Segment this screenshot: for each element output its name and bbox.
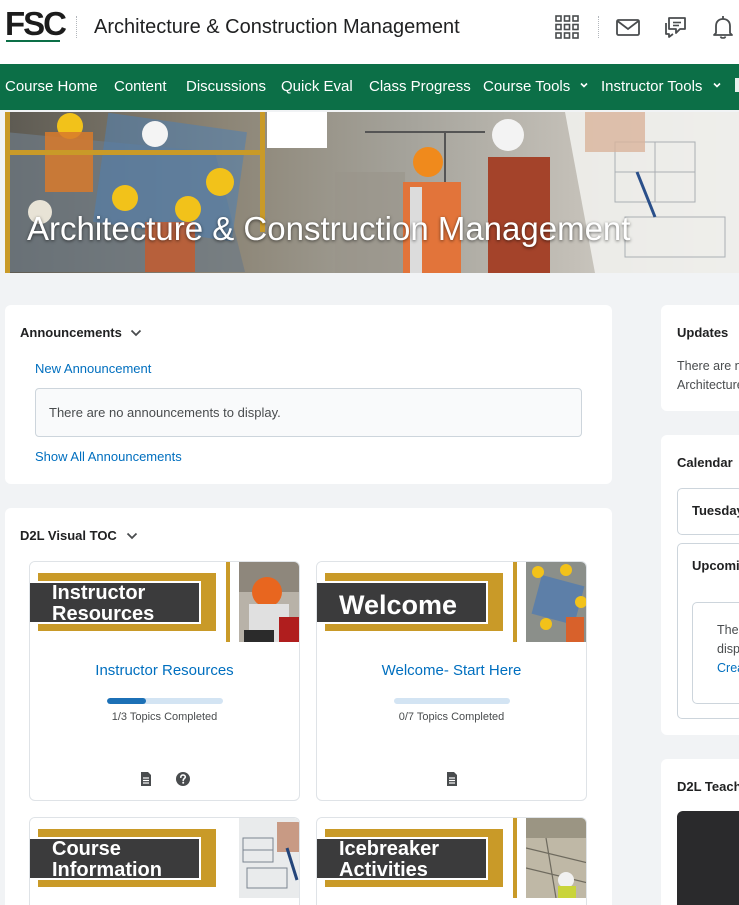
card-banner-label: Welcome: [317, 581, 488, 624]
visual-toc-title: D2L Visual TOC: [20, 528, 117, 543]
card-banner: Instructor Resources: [30, 562, 299, 642]
card-banner-label: Course Information: [30, 837, 201, 881]
document-icon[interactable]: [139, 771, 153, 787]
card-title-link[interactable]: Welcome- Start Here: [317, 662, 586, 679]
nav-overflow-item[interactable]: [735, 78, 739, 92]
calendar-day-box[interactable]: Tuesday: [677, 488, 739, 535]
header-separator: [76, 16, 77, 38]
chevron-down-icon: [713, 82, 721, 88]
gold-divider: [513, 562, 517, 642]
progress-fill: [107, 698, 146, 704]
toc-card-icebreaker-activities[interactable]: Icebreaker Activities: [316, 817, 587, 905]
chevron-down-icon[interactable]: [130, 329, 142, 337]
help-icon[interactable]: [175, 771, 191, 787]
card-photo: [239, 818, 299, 898]
updates-text-line-2: Architecture: [677, 378, 739, 392]
chevron-down-icon: [580, 82, 589, 88]
banner-title: Architecture & Construction Management: [27, 210, 631, 247]
d2l-teacher-widget: D2L Teach: [661, 759, 739, 905]
top-header: FSC Architecture & Construction Manageme…: [0, 0, 739, 64]
upcoming-empty-box: The disp Crea: [692, 602, 739, 704]
announcements-title: Announcements: [20, 325, 122, 340]
progress-text: 1/3 Topics Completed: [111, 711, 218, 723]
banner-image: [5, 112, 739, 273]
card-photo: [526, 562, 586, 642]
card-banner-label: Instructor Resources: [30, 581, 201, 625]
card-banner-label: Icebreaker Activities: [317, 837, 488, 881]
document-icon[interactable]: [445, 771, 459, 787]
course-title[interactable]: Architecture & Construction Management: [94, 16, 460, 39]
d2l-teacher-title: D2L Teach: [677, 779, 739, 794]
nav-course-home[interactable]: Course Home: [5, 78, 98, 96]
video-player[interactable]: [677, 811, 739, 905]
calendar-empty-line-2: disp: [717, 642, 739, 656]
header-separator: [598, 16, 599, 38]
nav-quick-eval[interactable]: Quick Eval: [281, 78, 353, 96]
fsc-logo[interactable]: FSC: [5, 7, 67, 40]
course-banner: Architecture & Construction Management: [5, 112, 739, 273]
calendar-title: Calendar: [677, 455, 733, 470]
calendar-empty-line-1: The: [717, 623, 739, 637]
nav-course-tools[interactable]: Course Tools: [483, 78, 589, 96]
upcoming-events-box: Upcomin The disp Crea: [677, 543, 739, 719]
announcements-widget: Announcements New Announcement There are…: [5, 305, 612, 484]
create-event-link[interactable]: Crea: [717, 661, 739, 675]
course-navbar: Course Home Content Discussions Quick Ev…: [0, 64, 739, 110]
calendar-day: Tuesday: [692, 503, 739, 518]
gold-divider: [513, 818, 517, 898]
chat-icon[interactable]: [663, 14, 689, 40]
progress-bar: [107, 698, 223, 704]
toc-card-welcome[interactable]: Welcome Welcome- Start Here 0/7 Topics C…: [316, 561, 587, 801]
card-photo: [526, 818, 586, 898]
announcements-empty-box: There are no announcements to display.: [35, 388, 582, 437]
toc-card-course-information[interactable]: Course Information: [29, 817, 300, 905]
updates-text-line-1: There are n: [677, 359, 739, 373]
announcements-empty-text: There are no announcements to display.: [49, 405, 281, 420]
toc-card-instructor-resources[interactable]: Instructor Resources Instructor Resource…: [29, 561, 300, 801]
nav-instructor-tools[interactable]: Instructor Tools: [601, 78, 721, 96]
nav-class-progress[interactable]: Class Progress: [369, 78, 471, 96]
bell-icon[interactable]: [710, 14, 736, 40]
gold-divider: [226, 562, 230, 642]
updates-widget: Updates There are n Architecture: [661, 305, 739, 411]
nav-discussions[interactable]: Discussions: [186, 78, 266, 96]
new-announcement-link[interactable]: New Announcement: [35, 361, 151, 376]
logo-underline: [6, 40, 60, 42]
card-banner: Welcome: [317, 562, 586, 642]
mail-icon[interactable]: [615, 14, 641, 40]
updates-title: Updates: [677, 325, 729, 340]
upcoming-title: Upcomin: [692, 558, 739, 573]
card-banner: Course Information: [30, 818, 299, 898]
apps-grid-icon[interactable]: [554, 14, 580, 40]
chevron-down-icon[interactable]: [126, 532, 138, 540]
nav-content[interactable]: Content: [114, 78, 167, 96]
calendar-widget: Calendar Tuesday Upcomin The disp Crea: [661, 435, 739, 735]
card-photo: [239, 562, 299, 642]
progress-bar: [394, 698, 510, 704]
card-banner: Icebreaker Activities: [317, 818, 586, 898]
progress-text: 0/7 Topics Completed: [398, 711, 505, 723]
visual-toc-widget: D2L Visual TOC Instructor Resources Inst…: [5, 508, 612, 905]
show-all-announcements-link[interactable]: Show All Announcements: [35, 449, 182, 464]
card-title-link[interactable]: Instructor Resources: [30, 662, 299, 679]
